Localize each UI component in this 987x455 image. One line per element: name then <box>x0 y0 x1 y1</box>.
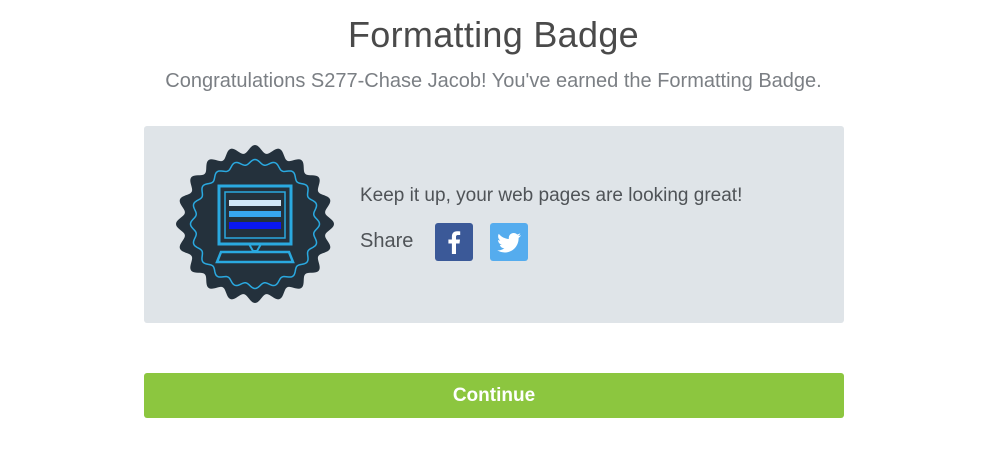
facebook-icon <box>448 231 461 254</box>
computer-monitor-badge-icon <box>176 145 334 303</box>
badge-card: Keep it up, your web pages are looking g… <box>144 126 844 323</box>
page-title: Formatting Badge <box>348 14 639 55</box>
facebook-share-button[interactable] <box>435 223 473 261</box>
twitter-icon <box>497 233 521 253</box>
continue-button[interactable]: Continue <box>144 373 844 418</box>
page-subtitle: Congratulations S277-Chase Jacob! You've… <box>165 70 822 92</box>
share-label: Share <box>360 230 414 252</box>
badge-message: Keep it up, your web pages are looking g… <box>360 185 743 206</box>
twitter-share-button[interactable] <box>490 223 528 261</box>
